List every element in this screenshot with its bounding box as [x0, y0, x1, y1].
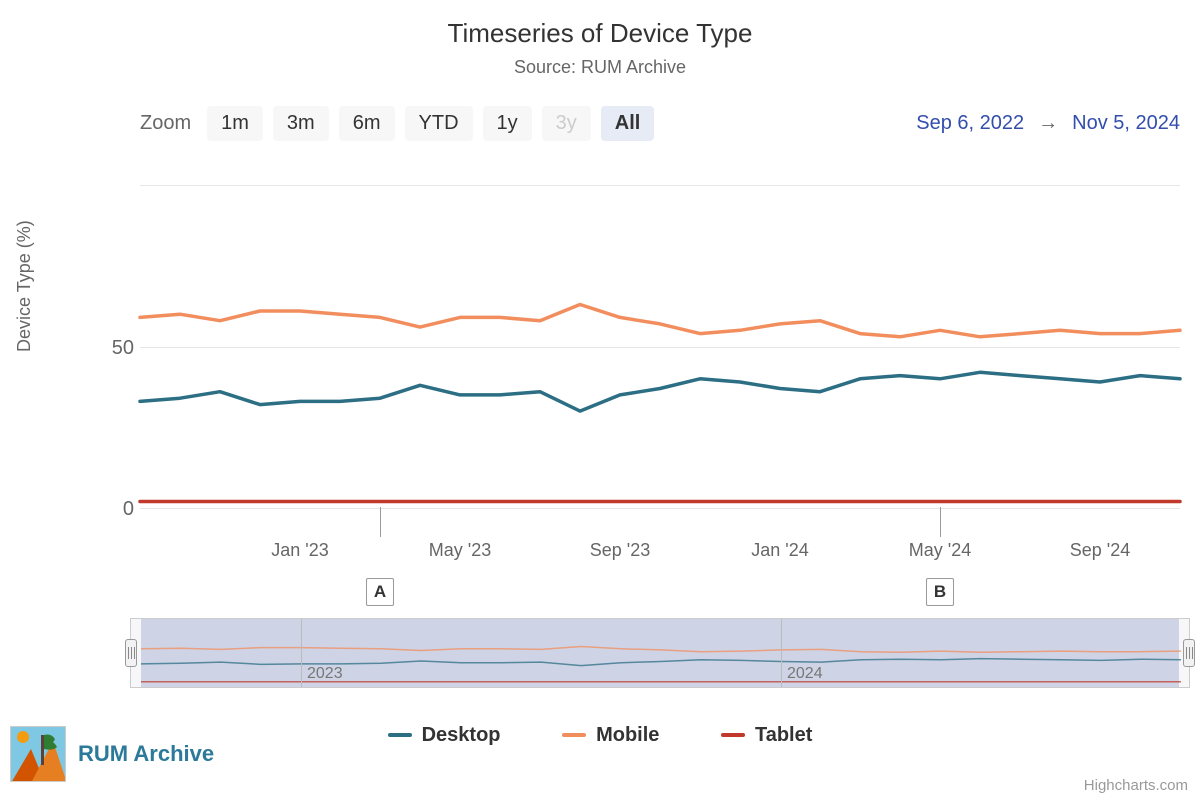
zoom-button-all[interactable]: All: [601, 106, 655, 141]
series-svg: [140, 185, 1180, 520]
plot-area[interactable]: [140, 185, 1180, 520]
y-tick: 50: [100, 337, 134, 360]
legend-swatch: [562, 733, 586, 737]
nav-year-line: [781, 619, 782, 687]
logo-text: RUM Archive: [78, 741, 214, 767]
range-to[interactable]: Nov 5, 2024: [1072, 112, 1180, 135]
zoom-label: Zoom: [140, 112, 191, 135]
legend-label: Tablet: [755, 724, 812, 747]
x-tick: Jan '23: [271, 540, 328, 561]
series-desktop[interactable]: [140, 372, 1180, 411]
range-arrow-icon: →: [1038, 112, 1058, 135]
date-range: Sep 6, 2022 → Nov 5, 2024: [916, 112, 1180, 135]
series-mobile[interactable]: [140, 305, 1180, 337]
navigator[interactable]: 2023 2024: [130, 618, 1190, 688]
chart-subtitle: Source: RUM Archive: [0, 57, 1200, 78]
legend-label: Desktop: [422, 724, 501, 747]
nav-series-mobile: [141, 647, 1181, 653]
x-tick: Sep '24: [1070, 540, 1131, 561]
navigator-handle-right[interactable]: [1183, 639, 1195, 667]
legend-item-mobile[interactable]: Mobile: [562, 724, 659, 747]
x-tick: May '23: [429, 540, 491, 561]
navigator-handle-left[interactable]: [125, 639, 137, 667]
chart-title: Timeseries of Device Type: [0, 0, 1200, 49]
nav-year-line: [301, 619, 302, 687]
legend-label: Mobile: [596, 724, 659, 747]
zoom-button-1y[interactable]: 1y: [483, 106, 532, 141]
nav-year-label: 2023: [307, 665, 343, 683]
x-tick: Jan '24: [751, 540, 808, 561]
logo-area[interactable]: RUM Archive: [10, 726, 214, 782]
range-from[interactable]: Sep 6, 2022: [916, 112, 1024, 135]
legend-swatch: [388, 733, 412, 737]
legend-swatch: [721, 733, 745, 737]
zoom-button-3m[interactable]: 3m: [273, 106, 329, 141]
x-tick: May '24: [909, 540, 971, 561]
flag-line: [940, 507, 941, 537]
logo-icon: [10, 726, 66, 782]
zoom-button-ytd[interactable]: YTD: [405, 106, 473, 141]
zoom-button-6m[interactable]: 6m: [339, 106, 395, 141]
chart-container: Timeseries of Device Type Source: RUM Ar…: [0, 0, 1200, 800]
zoom-button-3y: 3y: [542, 106, 591, 141]
legend-item-tablet[interactable]: Tablet: [721, 724, 812, 747]
controls-row: Zoom 1m 3m 6m YTD 1y 3y All Sep 6, 2022 → Nov …: [140, 106, 1180, 141]
y-tick: 0: [100, 498, 134, 521]
x-tick: Sep '23: [590, 540, 651, 561]
zoom-group: Zoom 1m 3m 6m YTD 1y 3y All: [140, 106, 654, 141]
nav-year-label: 2024: [787, 665, 823, 683]
zoom-button-1m[interactable]: 1m: [207, 106, 263, 141]
y-axis-label: Device Type (%): [14, 220, 35, 352]
credits-link[interactable]: Highcharts.com: [1084, 777, 1188, 794]
flag-a[interactable]: A: [366, 578, 394, 606]
nav-series-desktop: [141, 659, 1181, 666]
flag-line: [380, 507, 381, 537]
legend-item-desktop[interactable]: Desktop: [388, 724, 501, 747]
navigator-svg: [141, 619, 1181, 689]
flag-b[interactable]: B: [926, 578, 954, 606]
